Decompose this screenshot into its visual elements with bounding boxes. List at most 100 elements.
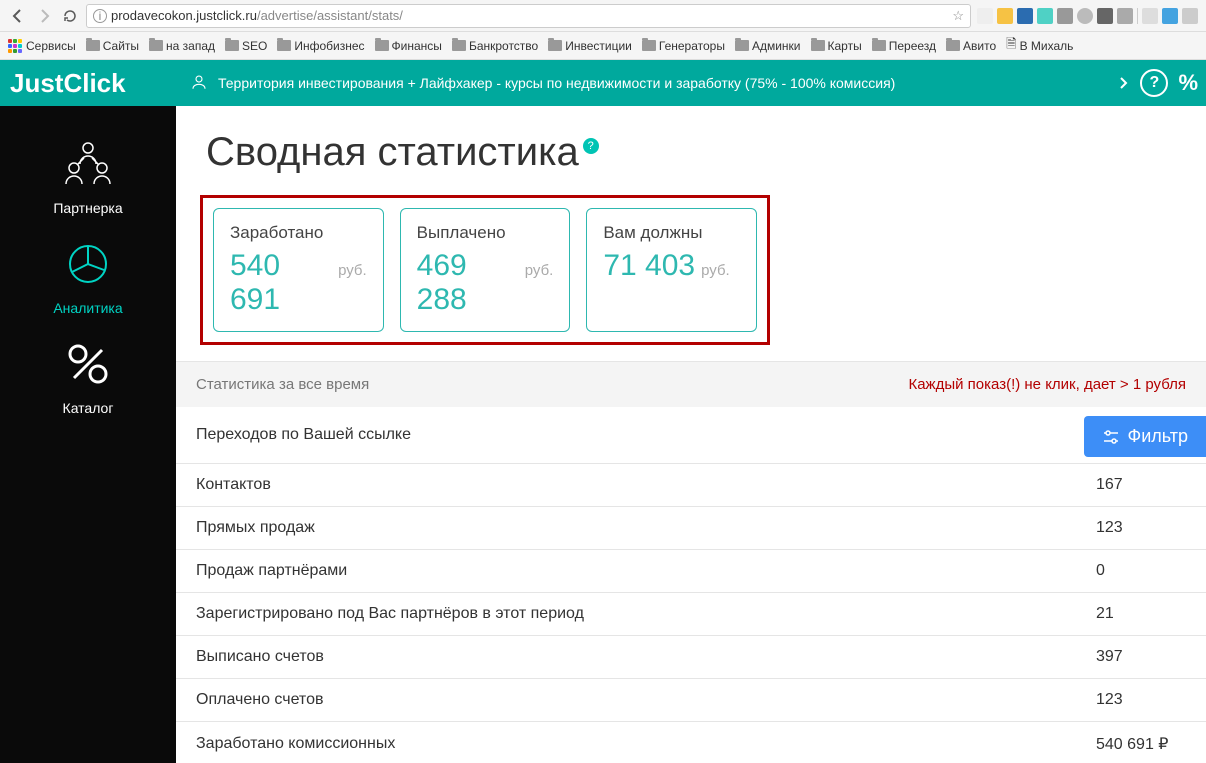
back-button[interactable] [8, 6, 28, 26]
row-label: Контактов [176, 464, 1076, 507]
extension-icon[interactable] [977, 8, 993, 24]
stats-table: Переходов по Вашей ссылке 429066 Контакт… [176, 407, 1206, 763]
row-value: 0 [1076, 550, 1206, 593]
extension-icon[interactable] [1037, 8, 1053, 24]
row-label: Переходов по Вашей ссылке [176, 407, 1076, 464]
table-row: Контактов167 [176, 464, 1206, 507]
sliders-icon [1102, 428, 1120, 446]
bookmark-folder[interactable]: Карты [811, 39, 862, 53]
row-label: Оплачено счетов [176, 679, 1076, 722]
bookmark-star-icon[interactable]: ☆ [952, 8, 964, 24]
bookmark-folder[interactable]: на запад [149, 39, 215, 53]
bookmark-folder[interactable]: Генераторы [642, 39, 725, 53]
bookmark-folder[interactable]: Админки [735, 39, 801, 53]
table-row: Оплачено счетов123 [176, 679, 1206, 722]
content-area: Сводная статистика ? Заработано 540 691 р… [176, 106, 1206, 763]
bookmark-folder[interactable]: Инвестиции [548, 39, 632, 53]
person-icon [190, 73, 208, 94]
summary-cards-highlight: Заработано 540 691 руб. Выплачено 469 288… [200, 195, 770, 345]
table-title: Статистика за все время [196, 376, 369, 393]
sidebar-label: Партнерка [53, 200, 122, 216]
row-label: Заработано комиссионных [176, 722, 1076, 763]
bookmark-item[interactable]: 🗎В Михаль [1006, 35, 1073, 57]
card-unit: руб. [338, 262, 367, 279]
filter-button[interactable]: Фильтр [1084, 416, 1206, 457]
table-row: Выписано счетов397 [176, 636, 1206, 679]
chevron-right-icon[interactable] [1118, 77, 1130, 89]
extension-icon[interactable] [1162, 8, 1178, 24]
bookmark-folder[interactable]: Сайты [86, 39, 139, 53]
page-title: Сводная статистика ? [176, 106, 1206, 185]
browser-toolbar: i prodavecokon.justclick.ru/advertise/as… [0, 0, 1206, 32]
row-label: Выписано счетов [176, 636, 1076, 679]
extension-icon[interactable] [1117, 8, 1133, 24]
row-value: 167 [1076, 464, 1206, 507]
sidebar-item-catalog[interactable]: Каталог [60, 336, 116, 416]
card-unit: руб. [701, 262, 730, 279]
filter-label: Фильтр [1128, 426, 1188, 447]
card-label: Заработано [230, 223, 367, 243]
extension-icon[interactable] [1142, 8, 1158, 24]
extension-icon[interactable] [997, 8, 1013, 24]
address-bar[interactable]: i prodavecokon.justclick.ru/advertise/as… [86, 4, 971, 28]
row-label: Зарегистрировано под Вас партнёров в это… [176, 593, 1076, 636]
extension-icon[interactable] [1182, 8, 1198, 24]
row-value: 123 [1076, 507, 1206, 550]
apps-label: Сервисы [26, 39, 76, 53]
people-icon [60, 136, 116, 192]
card-unit: руб. [525, 262, 554, 279]
table-header: Статистика за все время Каждый показ(!) … [176, 361, 1206, 407]
row-value: 540 691 ₽ [1076, 722, 1206, 763]
pie-chart-icon [60, 236, 116, 292]
sidebar-label: Каталог [63, 400, 114, 416]
bookmark-folder[interactable]: SEO [225, 39, 267, 53]
extension-icon[interactable] [1097, 8, 1113, 24]
card-owed: Вам должны 71 403 руб. [586, 208, 757, 332]
forward-button[interactable] [34, 6, 54, 26]
percent-icon[interactable]: % [1178, 70, 1198, 96]
header-title[interactable]: Территория инвестирования + Лайфхакер - … [218, 75, 895, 91]
url-host: prodavecokon.justclick.ru [111, 8, 257, 23]
sidebar-item-partnership[interactable]: Партнерка [53, 136, 122, 216]
row-value: 397 [1076, 636, 1206, 679]
percent-icon [60, 336, 116, 392]
card-value: 469 288 [417, 249, 519, 317]
url-path: /advertise/assistant/stats/ [257, 8, 403, 23]
table-row: Зарегистрировано под Вас партнёров в это… [176, 593, 1206, 636]
bookmark-folder[interactable]: Авито [946, 39, 996, 53]
bookmark-folder[interactable]: Переезд [872, 39, 936, 53]
bookmark-folder[interactable]: Банкротство [452, 39, 538, 53]
card-earned: Заработано 540 691 руб. [213, 208, 384, 332]
table-row: Продаж партнёрами0 [176, 550, 1206, 593]
row-value: 123 [1076, 679, 1206, 722]
card-paid: Выплачено 469 288 руб. [400, 208, 571, 332]
logo[interactable]: JustClick [0, 60, 176, 106]
sidebar-item-analytics[interactable]: Аналитика [53, 236, 122, 316]
table-row: Заработано комиссионных540 691 ₽ [176, 722, 1206, 763]
card-label: Вам должны [603, 223, 740, 243]
help-button[interactable]: ? [1140, 69, 1168, 97]
card-label: Выплачено [417, 223, 554, 243]
row-label: Прямых продаж [176, 507, 1076, 550]
row-label: Продаж партнёрами [176, 550, 1076, 593]
table-row: Переходов по Вашей ссылке 429066 [176, 407, 1206, 464]
app-header: JustClick Территория инвестирования + Ла… [0, 60, 1206, 106]
extension-icon[interactable] [1057, 8, 1073, 24]
bookmark-folder[interactable]: Финансы [375, 39, 442, 53]
card-value: 540 691 [230, 249, 332, 317]
extension-icon[interactable] [1077, 8, 1093, 24]
reload-button[interactable] [60, 6, 80, 26]
sidebar-label: Аналитика [53, 300, 122, 316]
site-info-icon[interactable]: i [93, 9, 107, 23]
table-note: Каждый показ(!) не клик, дает > 1 рубля [908, 376, 1186, 393]
sidebar: Партнерка Аналитика Каталог [0, 106, 176, 763]
help-icon[interactable]: ? [583, 138, 599, 154]
row-value: 21 [1076, 593, 1206, 636]
table-row: Прямых продаж123 [176, 507, 1206, 550]
bookmark-folder[interactable]: Инфобизнес [277, 39, 364, 53]
card-value: 71 403 [603, 249, 695, 283]
extension-icon[interactable] [1017, 8, 1033, 24]
extension-icons [977, 8, 1198, 24]
bookmarks-bar: Сервисы Сайты на запад SEO Инфобизнес Фи… [0, 32, 1206, 60]
apps-shortcut[interactable]: Сервисы [8, 39, 76, 53]
